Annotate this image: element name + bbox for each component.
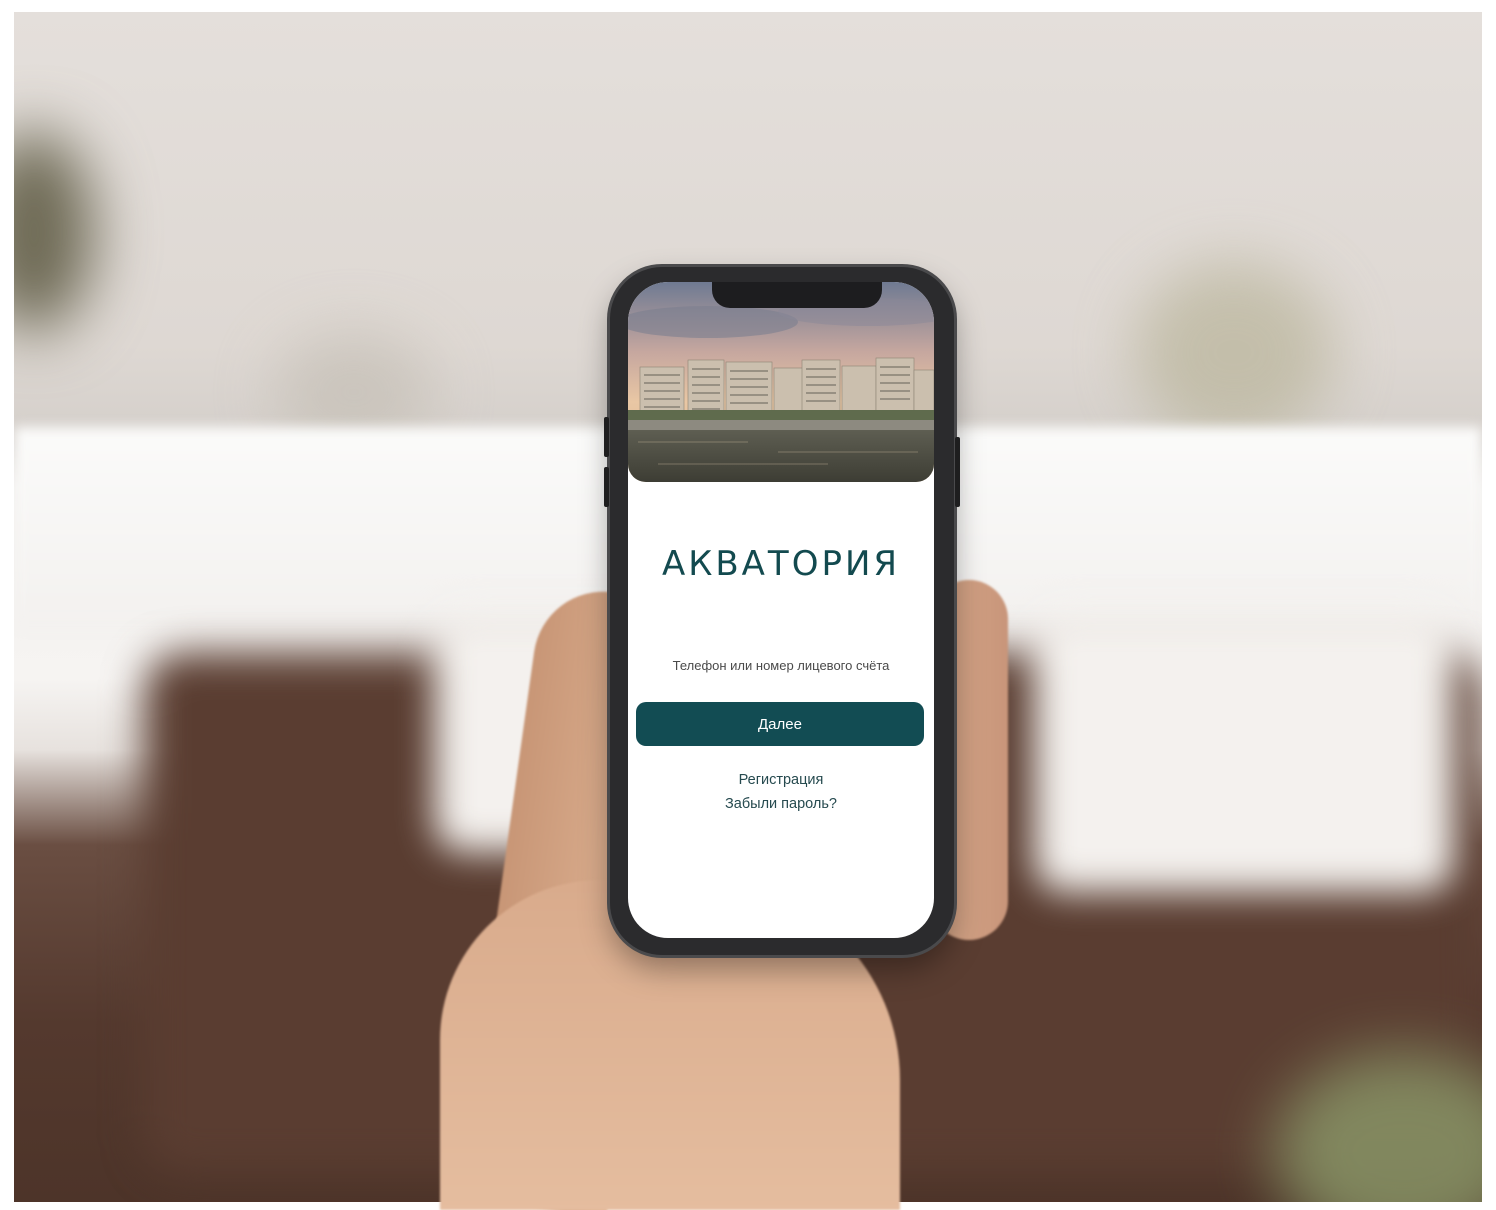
app-logo: АКВАТОРИЯ bbox=[661, 544, 901, 584]
plant-blur bbox=[1134, 262, 1334, 442]
forgot-password-link[interactable]: Забыли пароль? bbox=[628, 796, 934, 812]
building-photo-icon bbox=[628, 282, 934, 482]
photo-scene: АКВАТОРИЯ Далее Регистрация Забыли парол… bbox=[0, 0, 1496, 1210]
pillow bbox=[1034, 612, 1454, 892]
phone-or-account-input[interactable] bbox=[646, 650, 916, 680]
notch bbox=[712, 282, 882, 308]
plant-blur bbox=[14, 132, 94, 332]
app-screen: АКВАТОРИЯ Далее Регистрация Забыли парол… bbox=[628, 282, 934, 938]
power-button bbox=[955, 437, 960, 507]
next-button[interactable]: Далее bbox=[636, 702, 924, 746]
volume-button bbox=[604, 467, 609, 507]
phone-device: АКВАТОРИЯ Далее Регистрация Забыли парол… bbox=[604, 267, 960, 955]
hero-image bbox=[628, 282, 934, 482]
volume-button bbox=[604, 417, 609, 457]
register-link[interactable]: Регистрация bbox=[628, 772, 934, 788]
